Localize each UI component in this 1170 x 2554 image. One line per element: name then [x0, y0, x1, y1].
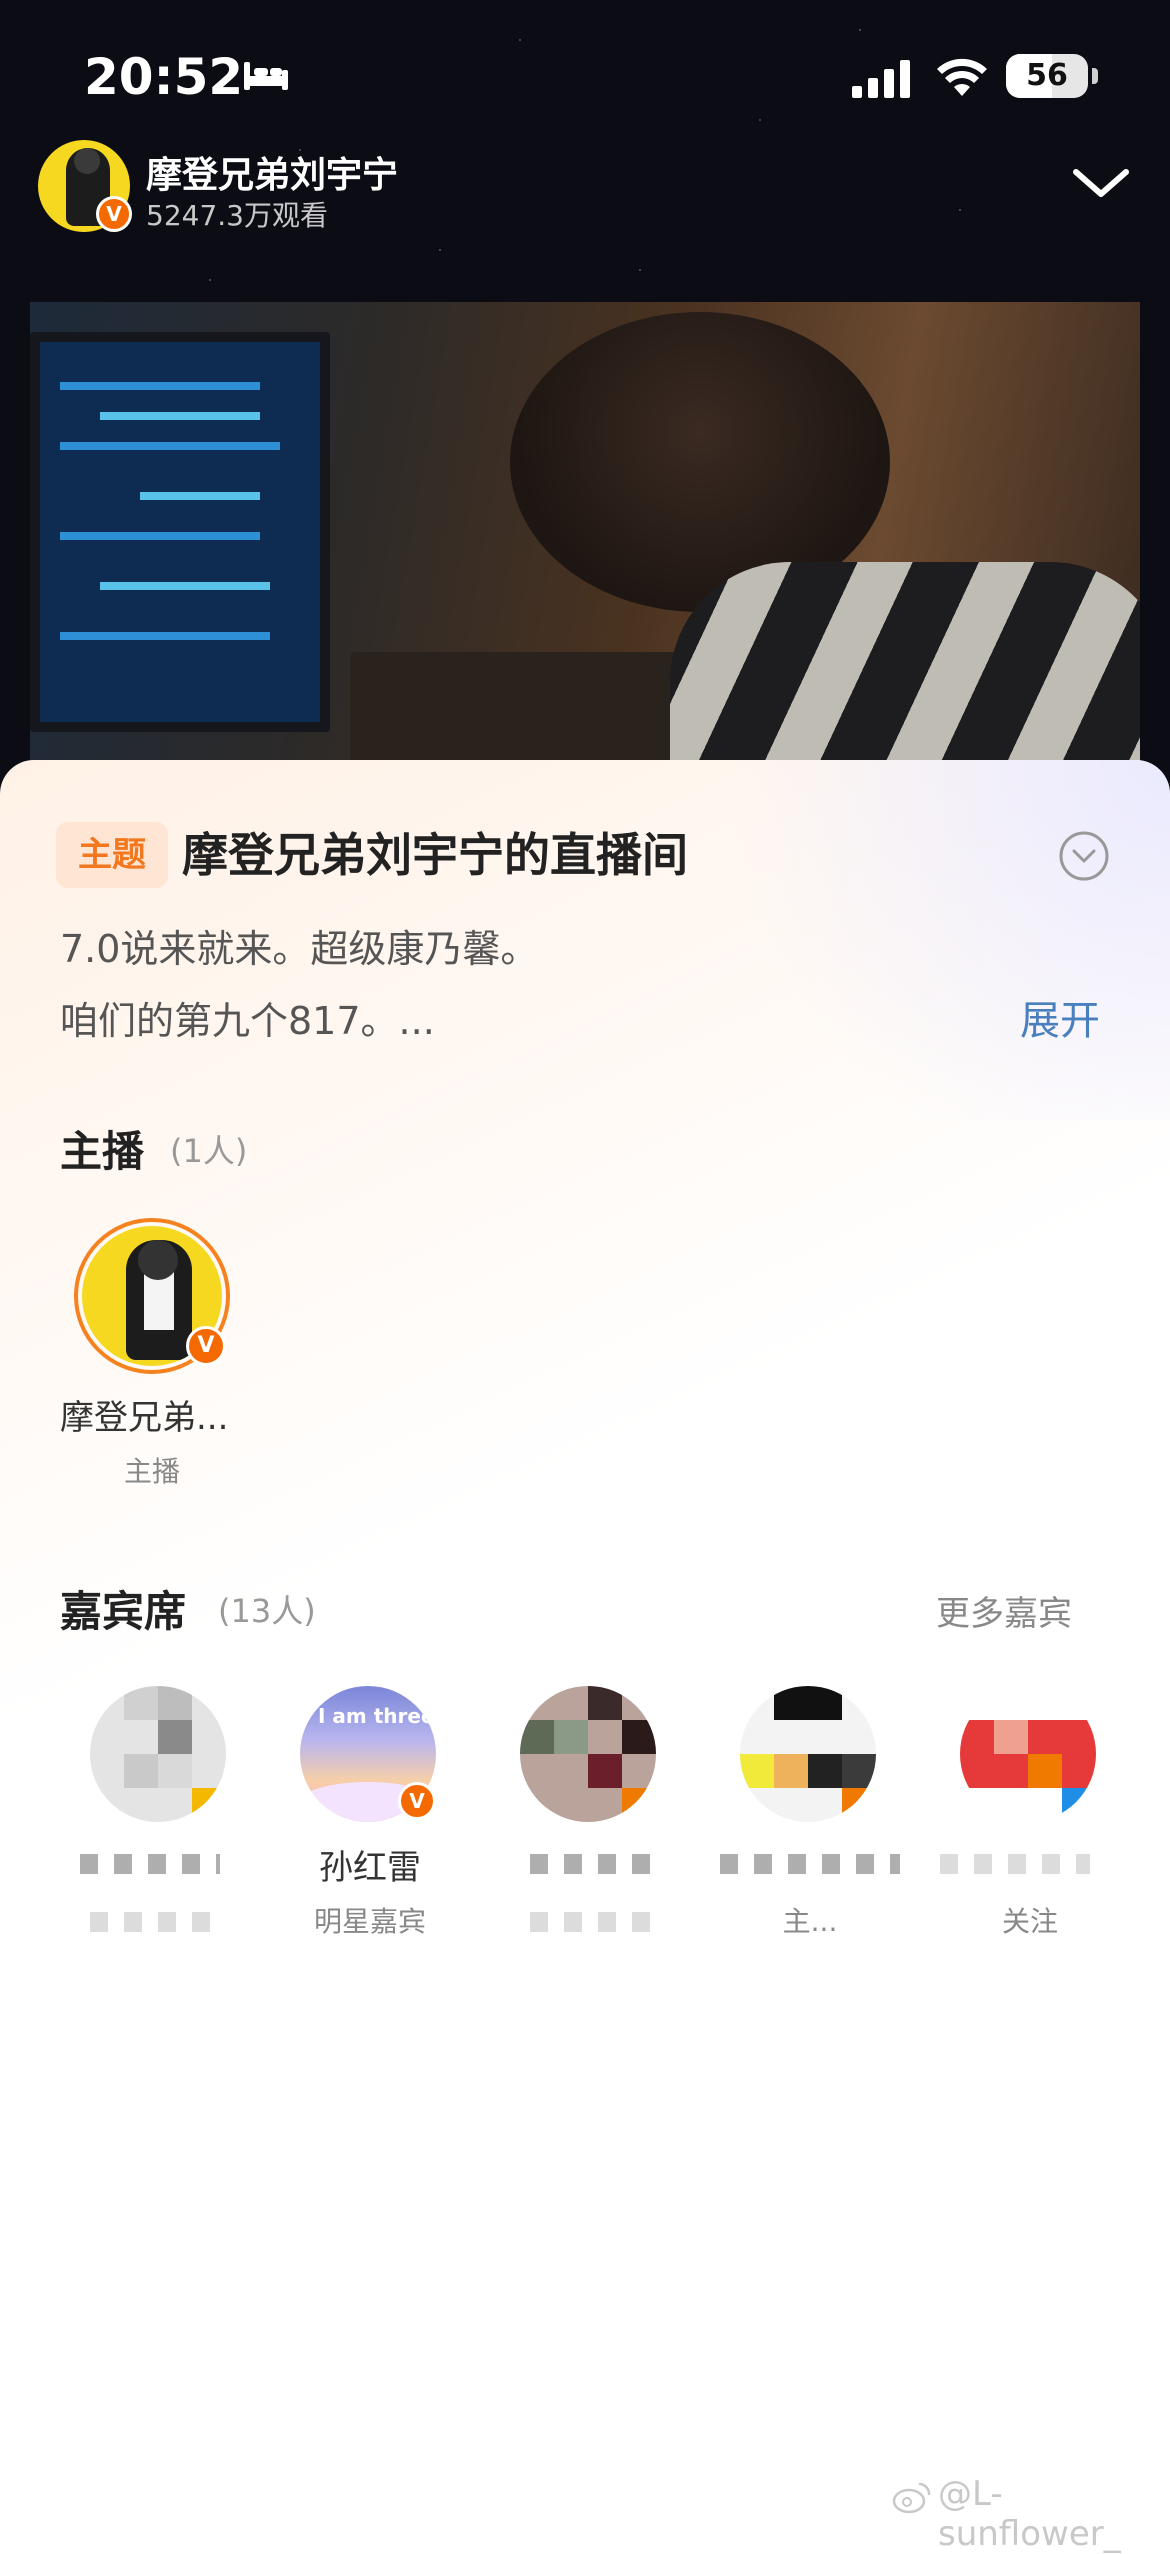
- blurred-name: [940, 1854, 1090, 1874]
- battery-nub: [1092, 68, 1098, 84]
- video-monitor-scene: [30, 332, 330, 732]
- room-description-line: 7.0说来就来。超级康乃馨。: [60, 927, 539, 971]
- expand-link[interactable]: 展开: [1020, 988, 1100, 1046]
- guest-role: 主...: [782, 1905, 838, 1938]
- blurred-name: [80, 1854, 220, 1874]
- guest-avatar-pixelated: [90, 1686, 226, 1822]
- weibo-logo-icon: [892, 2482, 931, 2514]
- video-player[interactable]: [30, 302, 1140, 762]
- anchor-section-title: 主播: [60, 1127, 145, 1176]
- guest-role: 明星嘉宾: [313, 1905, 426, 1938]
- blurred-role: [90, 1912, 210, 1932]
- watermark-text: @L-sunflower_: [938, 2474, 1121, 2554]
- room-title: 摩登兄弟刘宇宁的直播间: [182, 828, 688, 882]
- battery-icon: 56: [1006, 54, 1088, 98]
- avatar-head: [138, 1240, 178, 1280]
- verified-badge-icon: V: [398, 1782, 436, 1820]
- anchor-name[interactable]: 摩登兄弟...: [60, 1390, 228, 1439]
- bed-icon: [244, 62, 288, 90]
- video-sweater-scene: [670, 562, 1140, 762]
- wifi-icon: [937, 58, 987, 96]
- verified-badge-icon: V: [96, 196, 132, 232]
- room-description-line: 咱们的第九个817。...: [60, 999, 435, 1043]
- chevron-down-circle-icon[interactable]: [1058, 830, 1110, 882]
- room-info-panel: 主题 摩登兄弟刘宇宁的直播间 7.0说来就来。超级康乃馨。 咱们的第九个817。…: [0, 760, 1170, 2532]
- blurred-name: [530, 1854, 650, 1874]
- anchor-count: (1人): [170, 1132, 248, 1170]
- guest-avatar-pixelated: [520, 1686, 656, 1822]
- guest-avatar-pixelated: [960, 1686, 1096, 1822]
- chevron-down-icon[interactable]: [1070, 164, 1132, 202]
- signal-icon: [852, 60, 910, 98]
- guest-role: 关注: [1001, 1905, 1058, 1938]
- topic-tag: 主题: [56, 822, 168, 888]
- panel-tint: [650, 760, 1170, 1120]
- status-time: 20:52: [84, 48, 244, 106]
- host-name[interactable]: 摩登兄弟刘宇宁: [146, 146, 398, 198]
- more-guests-link[interactable]: 更多嘉宾: [936, 1586, 1072, 1635]
- view-count: 5247.3万观看: [146, 199, 328, 232]
- verified-badge-icon: V: [186, 1326, 226, 1366]
- guest-count: (13人): [218, 1592, 316, 1630]
- guest-avatar-pixelated: [740, 1686, 876, 1822]
- blurred-role: [530, 1912, 650, 1932]
- blurred-name: [720, 1854, 900, 1874]
- avatar-caption: I am three: [318, 1704, 435, 1728]
- avatar-head: [74, 148, 100, 174]
- battery-percent: 56: [1026, 58, 1068, 93]
- guest-name: 孙红雷: [319, 1848, 421, 1888]
- guest-section-title: 嘉宾席: [60, 1587, 187, 1636]
- anchor-role: 主播: [124, 1455, 181, 1488]
